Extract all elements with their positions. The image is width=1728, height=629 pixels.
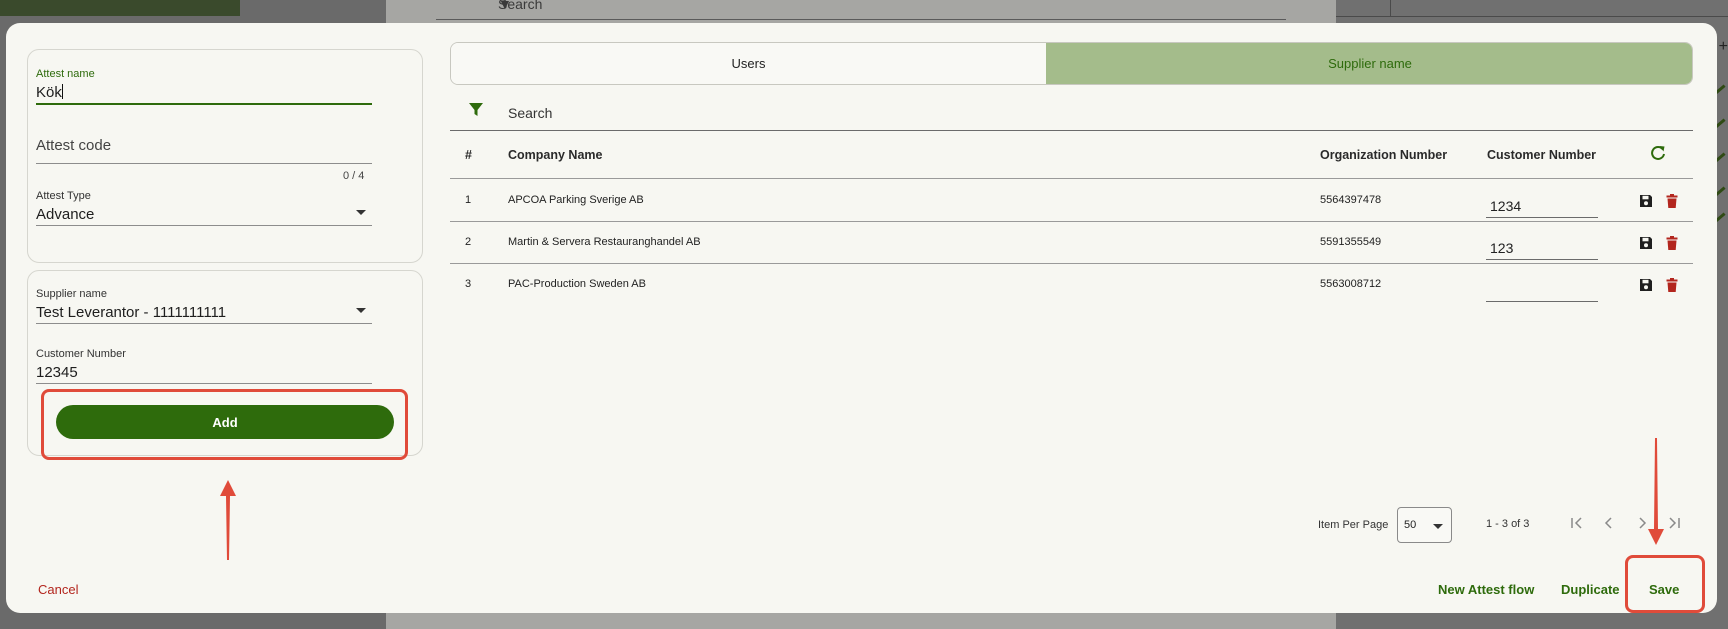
supplier-name-value: Test Leverantor - 1111111111	[36, 304, 227, 321]
chevron-down-icon[interactable]	[356, 210, 366, 215]
attest-name-input[interactable]: Kök	[36, 84, 62, 101]
attest-code-underline	[36, 163, 372, 164]
attest-type-underline	[36, 225, 372, 226]
first-page-icon[interactable]	[1569, 515, 1585, 531]
row-number: 3	[465, 278, 472, 290]
filter-icon[interactable]	[468, 102, 484, 118]
refresh-icon[interactable]	[1649, 144, 1667, 162]
table-row: 2 Martin & Servera Restauranghandel AB 5…	[450, 222, 1693, 264]
attest-type-value: Advance	[36, 206, 95, 223]
supplier-name-select[interactable]: Supplier name Test Leverantor - 11111111…	[36, 288, 372, 324]
attest-name-field[interactable]: Attest name Kök	[36, 68, 372, 105]
customer-number-underline	[36, 383, 372, 384]
attest-code-field[interactable]: Attest code	[36, 136, 372, 164]
row-organization-number: 5564397478	[1320, 194, 1382, 206]
chevron-down-icon[interactable]	[356, 308, 366, 313]
down-arrow-icon	[1648, 438, 1664, 545]
background-divider	[1390, 0, 1391, 16]
table-header: # Company Name Organization Number Custo…	[450, 131, 1693, 179]
new-attest-flow-button[interactable]: New Attest flow	[1438, 582, 1534, 597]
background-header-strip	[0, 0, 240, 16]
save-icon[interactable]	[1639, 236, 1653, 250]
row-customer-number-input[interactable]: 1234	[1486, 190, 1598, 218]
background-divider	[1336, 16, 1728, 17]
background-search-label: Search	[498, 0, 543, 12]
up-arrow-icon	[220, 480, 236, 560]
background-plus-icon: +	[1718, 38, 1728, 55]
duplicate-button[interactable]: Duplicate	[1561, 582, 1620, 597]
table-row: 3 PAC-Production Sweden AB 5563008712	[450, 264, 1693, 306]
last-page-icon[interactable]	[1666, 515, 1682, 531]
row-number: 1	[465, 194, 472, 206]
table-search[interactable]: Search	[450, 93, 1693, 131]
row-company-name: PAC-Production Sweden AB	[508, 278, 646, 290]
row-company-name: Martin & Servera Restauranghandel AB	[508, 236, 701, 248]
row-organization-number: 5591355549	[1320, 236, 1382, 248]
save-button-highlight	[1625, 555, 1705, 613]
tab-users[interactable]: Users	[451, 43, 1046, 84]
add-button-highlight	[41, 389, 408, 460]
row-customer-number-input[interactable]	[1486, 274, 1598, 302]
attest-name-value-wrap: Kök	[36, 83, 372, 103]
attest-code-input[interactable]: Attest code	[36, 136, 372, 156]
row-company-name: APCOA Parking Sverige AB	[508, 194, 644, 206]
header-organization-number[interactable]: Organization Number	[1320, 148, 1447, 162]
customer-number-label: Customer Number	[36, 348, 126, 360]
tab-supplier-name[interactable]: Supplier name	[1046, 43, 1692, 84]
tab-bar: Users Supplier name	[450, 42, 1693, 85]
attest-name-label: Attest name	[36, 68, 95, 80]
header-company-name[interactable]: Company Name	[508, 148, 602, 162]
attest-flow-dialog: Attest name Kök Attest code 0 / 4 Attest…	[6, 23, 1717, 613]
attest-type-label: Attest Type	[36, 190, 91, 202]
background-search: ▼ Search	[436, 0, 1286, 20]
customer-number-input[interactable]: 12345	[36, 363, 372, 383]
text-cursor	[61, 84, 63, 99]
row-customer-number-input[interactable]: 123	[1486, 232, 1598, 260]
delete-icon[interactable]	[1666, 194, 1678, 208]
header-number: #	[465, 148, 472, 162]
chevron-down-icon	[1433, 524, 1443, 529]
header-customer-number[interactable]: Customer Number	[1487, 148, 1596, 162]
previous-page-icon[interactable]	[1601, 515, 1617, 531]
items-per-page-value: 50	[1404, 519, 1417, 531]
row-number: 2	[465, 236, 472, 248]
attest-type-select[interactable]: Attest Type Advance	[36, 190, 372, 226]
items-per-page-label: Item Per Page	[1318, 519, 1389, 531]
attest-code-counter: 0 / 4	[343, 170, 365, 182]
attest-name-underline	[36, 103, 372, 105]
cancel-button[interactable]: Cancel	[38, 582, 78, 597]
items-per-page-select[interactable]: 50	[1397, 507, 1452, 543]
save-icon[interactable]	[1639, 194, 1653, 208]
delete-icon[interactable]	[1666, 278, 1678, 292]
save-icon[interactable]	[1639, 278, 1653, 292]
page-range: 1 - 3 of 3	[1486, 518, 1530, 530]
supplier-name-underline	[36, 323, 372, 324]
supplier-name-label: Supplier name	[36, 288, 107, 300]
delete-icon[interactable]	[1666, 236, 1678, 250]
table-row: 1 APCOA Parking Sverige AB 5564397478 12…	[450, 180, 1693, 222]
customer-number-field[interactable]: Customer Number 12345	[36, 348, 372, 384]
search-label: Search	[508, 105, 553, 121]
row-organization-number: 5563008712	[1320, 278, 1382, 290]
